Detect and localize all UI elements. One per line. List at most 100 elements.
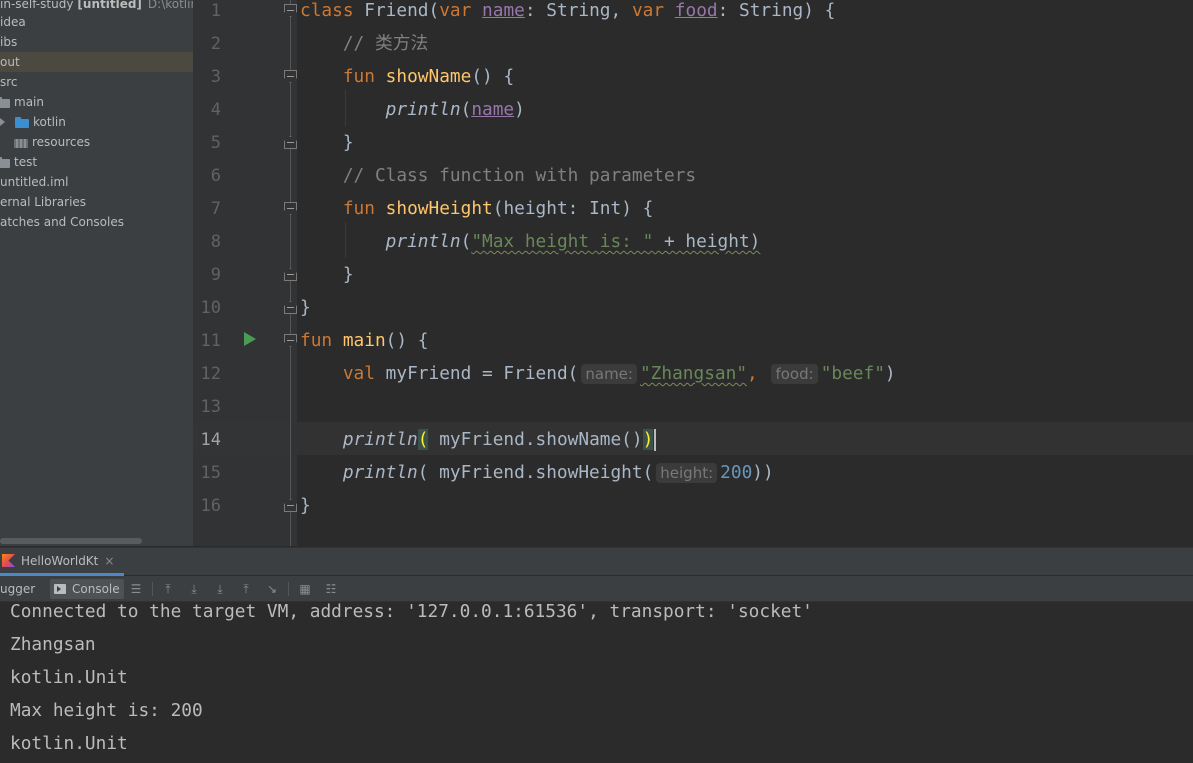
run-tab-label: HelloWorldKt bbox=[21, 553, 99, 568]
tree-item-label: kotlin bbox=[33, 115, 66, 129]
code-line-10: } bbox=[300, 297, 1193, 330]
line-number: 3 bbox=[210, 67, 221, 87]
brace: } bbox=[342, 264, 354, 285]
run-tab-helloworldkt[interactable]: HelloWorldKt × bbox=[0, 548, 124, 576]
code-text: ( myFriend.showHeight( bbox=[417, 462, 654, 483]
line-number: 2 bbox=[210, 34, 221, 54]
line-number: 15 bbox=[200, 463, 221, 483]
class-name: Friend bbox=[364, 0, 429, 21]
matched-paren: ) bbox=[642, 429, 654, 450]
keyword-var: var bbox=[631, 0, 665, 21]
tree-item-src[interactable]: src bbox=[0, 72, 193, 92]
code-editor[interactable]: 1 2 3 4 5 6 7 8 9 10 11 12 13 14 15 16 c… bbox=[193, 0, 1193, 546]
tree-horizontal-scrollbar[interactable] bbox=[0, 538, 142, 544]
tree-item-test[interactable]: test bbox=[0, 152, 193, 172]
property-food: food bbox=[674, 0, 718, 21]
line-number: 16 bbox=[200, 496, 221, 516]
code-text: + height) bbox=[653, 231, 761, 252]
console-line: Zhangsan bbox=[10, 634, 96, 655]
tab-debugger[interactable]: ugger bbox=[0, 579, 35, 599]
line-number: 5 bbox=[210, 133, 221, 153]
property-name: name bbox=[482, 0, 525, 21]
toolbar-separator bbox=[152, 582, 153, 596]
tab-console[interactable]: Console bbox=[50, 579, 124, 599]
step-out-icon[interactable]: ⤒ bbox=[238, 581, 254, 597]
tree-item-label: ernal Libraries bbox=[0, 195, 87, 209]
type-annotation: : String, bbox=[524, 0, 632, 21]
resources-folder-icon bbox=[14, 137, 28, 148]
evaluate-expression-icon[interactable]: ▦ bbox=[297, 581, 313, 597]
string-literal: "Zhangsan" bbox=[639, 363, 748, 384]
tree-item-main[interactable]: main bbox=[0, 92, 193, 112]
code-line-7: fun showHeight(height: Int) { bbox=[300, 198, 1193, 231]
step-into-icon[interactable]: ⤓ bbox=[212, 581, 228, 597]
param-hint-name: name: bbox=[581, 364, 637, 384]
tab-label: Console bbox=[72, 582, 120, 596]
run-to-cursor-icon[interactable]: ↘ bbox=[264, 581, 280, 597]
code-line-3: fun showName() { bbox=[300, 66, 1193, 99]
keyword-fun: fun bbox=[342, 198, 375, 219]
console-line: Max height is: 200 bbox=[10, 700, 203, 721]
tree-item-label: untitled.iml bbox=[0, 175, 69, 189]
paren: ) bbox=[884, 363, 896, 384]
tree-item-scratches[interactable]: atches and Consoles bbox=[0, 212, 193, 232]
brace: } bbox=[300, 297, 311, 318]
tree-item-label: resources bbox=[32, 135, 91, 149]
tree-item-label: test bbox=[14, 155, 38, 169]
expand-arrow-icon[interactable] bbox=[0, 118, 5, 126]
folder-icon bbox=[0, 96, 10, 108]
code-line-12: val myFriend = Friend(name: "Zhangsan", f… bbox=[300, 363, 1193, 396]
tree-item-label: out bbox=[0, 55, 20, 69]
function-name: showName bbox=[385, 66, 472, 87]
menu-lines-icon[interactable]: ☰ bbox=[128, 581, 144, 597]
property-ref: name bbox=[471, 99, 515, 120]
run-tabs-bar: HelloWorldKt × bbox=[0, 547, 1193, 576]
close-icon[interactable]: × bbox=[104, 554, 114, 568]
code-line-5: } bbox=[300, 132, 1193, 165]
tree-item-label: idea bbox=[0, 15, 26, 29]
keyword-var: var bbox=[439, 0, 472, 21]
paren: ( bbox=[428, 0, 440, 21]
line-number-current: 14 bbox=[200, 430, 221, 450]
text-cursor bbox=[654, 429, 657, 451]
param-hint-height: height: bbox=[656, 463, 718, 483]
run-main-icon[interactable] bbox=[244, 332, 256, 346]
show-execution-point-icon[interactable]: ⤒ bbox=[160, 581, 176, 597]
tree-item-label: atches and Consoles bbox=[0, 215, 124, 229]
tree-item-libs[interactable]: ibs bbox=[0, 32, 193, 52]
line-number: 6 bbox=[210, 166, 221, 186]
tree-item-label: main bbox=[14, 95, 44, 109]
project-tree: in-self-study [untitled] D:\kotlin- idea… bbox=[0, 0, 193, 546]
tree-root-tag: [untitled] bbox=[77, 0, 142, 11]
code-text: myFriend.showName() bbox=[428, 429, 643, 450]
code-text: (height: Int) { bbox=[492, 198, 654, 219]
paren: ( bbox=[460, 231, 472, 252]
println-call: println bbox=[385, 99, 461, 120]
trace-icon[interactable]: ☷ bbox=[323, 581, 339, 597]
tree-item-kotlin[interactable]: kotlin bbox=[0, 112, 193, 132]
keyword-fun: fun bbox=[300, 330, 333, 351]
brace: } bbox=[300, 495, 311, 516]
line-number: 7 bbox=[210, 199, 221, 219]
tree-item-label: src bbox=[0, 75, 18, 89]
tree-item-idea[interactable]: idea bbox=[0, 12, 193, 32]
println-call: println bbox=[342, 462, 418, 483]
keyword-class: class bbox=[300, 0, 354, 21]
console-output[interactable]: Connected to the target VM, address: '12… bbox=[0, 603, 1193, 763]
println-call: println bbox=[342, 429, 418, 450]
toolbar-separator bbox=[288, 582, 289, 596]
tree-item-external-libraries[interactable]: ernal Libraries bbox=[0, 192, 193, 212]
run-toolbar: ugger Console ☰ ⤒ ⤓ ⤓ ⤒ ↘ ▦ ☷ bbox=[0, 576, 1193, 602]
tree-item-out[interactable]: out bbox=[0, 52, 193, 72]
folder-icon bbox=[0, 156, 10, 168]
tree-item-resources[interactable]: resources bbox=[0, 132, 193, 152]
code-line-8: println("Max height is: " + height) bbox=[300, 231, 1193, 264]
tree-item-iml[interactable]: untitled.iml bbox=[0, 172, 193, 192]
function-name: main bbox=[342, 330, 386, 351]
code-line-4: println(name) bbox=[300, 99, 1193, 132]
tab-label: ugger bbox=[0, 582, 36, 596]
step-over-icon[interactable]: ⤓ bbox=[186, 581, 202, 597]
code-line-2: // 类方法 bbox=[300, 33, 1193, 66]
tree-root-path: D:\kotlin- bbox=[147, 0, 193, 11]
source-folder-icon bbox=[15, 116, 29, 128]
